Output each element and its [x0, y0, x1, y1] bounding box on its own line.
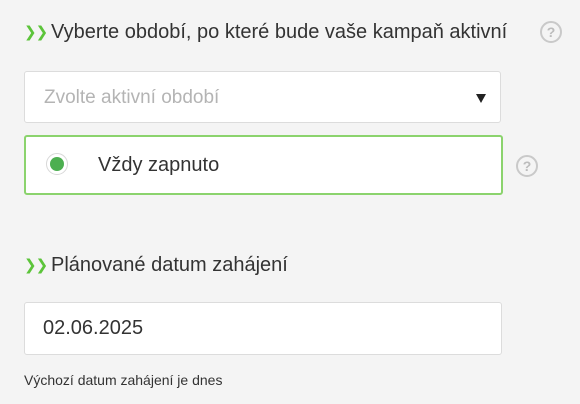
- question-mark-circle-icon[interactable]: ?: [540, 21, 562, 43]
- start-section-title: Plánované datum zahájení: [51, 253, 288, 276]
- option-always-on[interactable]: Vždy zapnuto: [24, 135, 503, 195]
- start-date-hint: Výchozí datum zahájení je dnes: [24, 372, 223, 388]
- question-mark-circle-icon[interactable]: ?: [516, 155, 538, 177]
- double-chevron-right-icon: ❯❯: [24, 23, 48, 41]
- active-period-select[interactable]: Zvolte aktivní období: [24, 71, 501, 123]
- option-always-on-label: Vždy zapnuto: [98, 154, 220, 176]
- radio-dot: [50, 157, 64, 171]
- double-chevron-right-icon: ❯❯: [24, 256, 48, 274]
- start-section-header: ❯❯ Plánované datum zahájení: [24, 251, 288, 279]
- period-section-title: Vyberte období, po které bude vaše kampa…: [51, 20, 508, 43]
- caret-down-icon: [476, 94, 486, 103]
- period-section-header: ❯❯ Vyberte období, po které bude vaše ka…: [24, 18, 507, 46]
- start-date-input[interactable]: [24, 302, 502, 355]
- select-placeholder: Zvolte aktivní období: [44, 87, 220, 108]
- radio-selected-icon[interactable]: [46, 153, 68, 175]
